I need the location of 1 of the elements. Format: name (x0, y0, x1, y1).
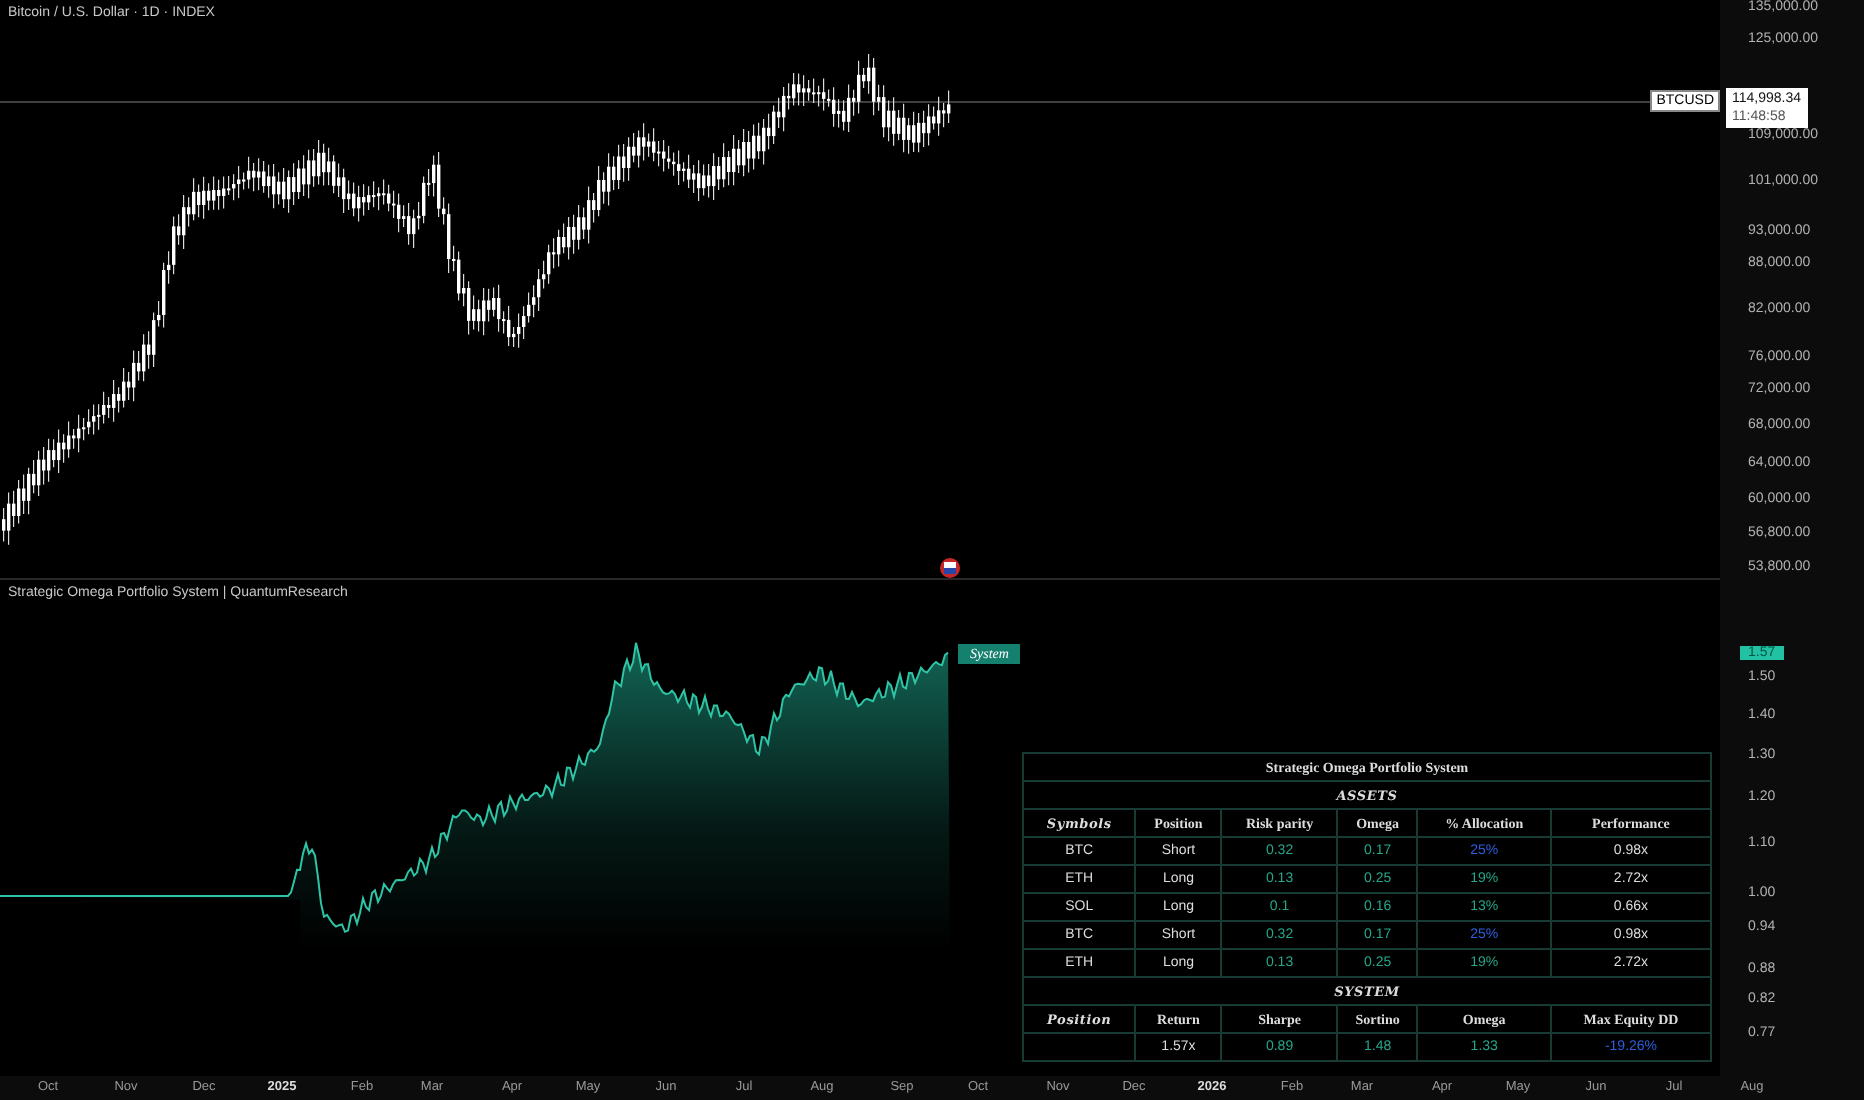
flag-icon[interactable] (940, 558, 960, 578)
